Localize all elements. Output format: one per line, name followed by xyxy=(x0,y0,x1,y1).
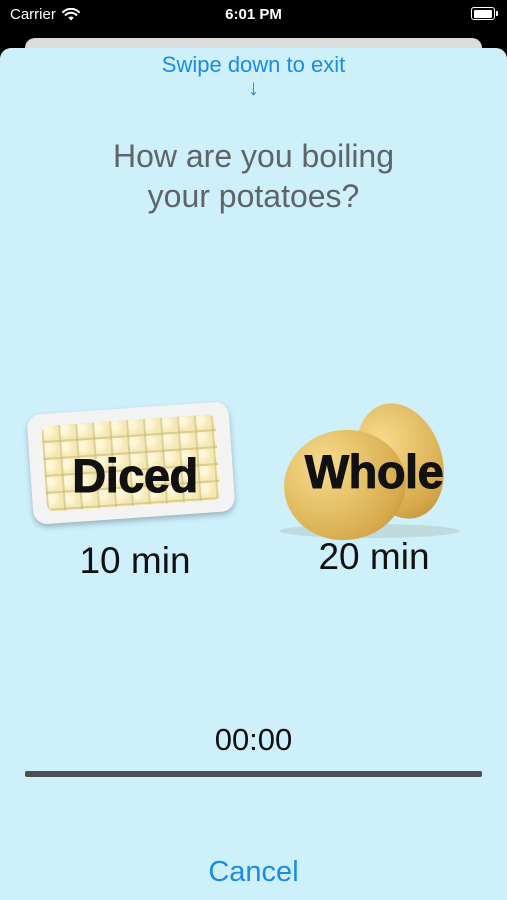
question-line-1: How are you boiling xyxy=(112,138,395,174)
swipe-hint[interactable]: Swipe down to exit ↓ xyxy=(0,52,507,100)
status-bar: Carrier 6:01 PM xyxy=(0,0,507,30)
question-line-2: your potatoes? xyxy=(147,178,360,214)
arrow-down-icon: ↓ xyxy=(248,75,259,100)
cancel-button[interactable]: Cancel xyxy=(0,856,507,889)
option-time: 10 min xyxy=(79,540,191,581)
battery-icon xyxy=(471,7,498,20)
option-whole-button[interactable]: Whole 20 min xyxy=(276,391,472,590)
timer-display: 00:00 xyxy=(214,722,293,757)
option-label: Diced xyxy=(72,449,199,503)
option-diced-button[interactable]: Diced 10 min xyxy=(24,400,246,590)
option-time: 20 min xyxy=(318,536,430,577)
option-label: Whole xyxy=(304,445,444,499)
battery-level xyxy=(473,9,492,18)
timer-progress-bar xyxy=(25,771,482,777)
question-heading: How are you boiling your potatoes? xyxy=(0,136,507,216)
status-time: 6:01 PM xyxy=(225,6,282,23)
